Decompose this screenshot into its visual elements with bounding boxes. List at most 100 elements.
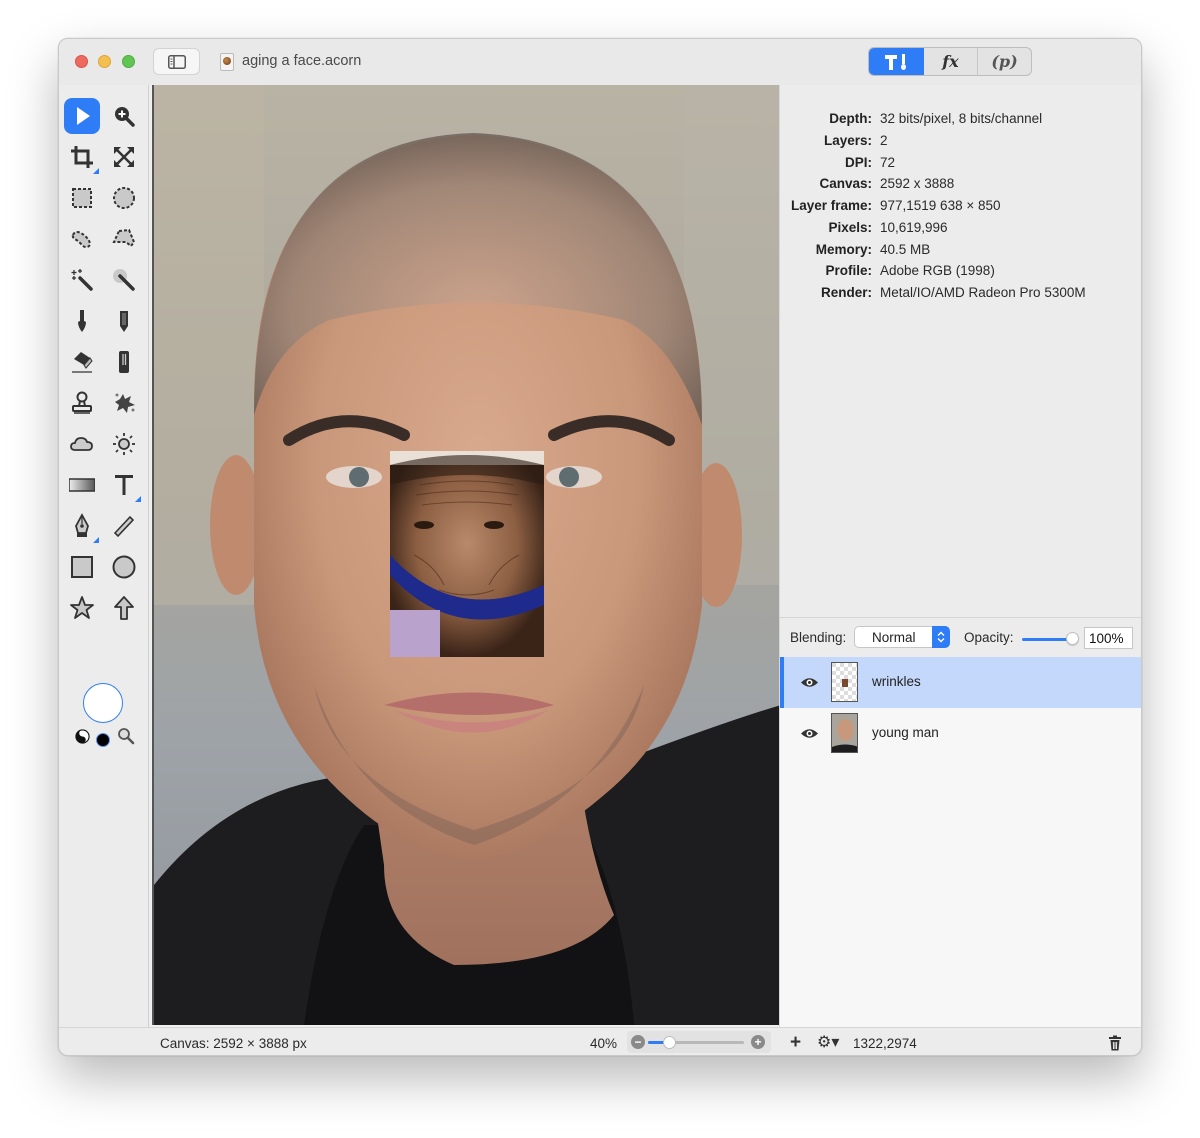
line-icon	[113, 515, 135, 538]
transform-tool[interactable]	[106, 139, 142, 175]
sun-icon	[113, 433, 135, 455]
zoom-control: − +	[627, 1031, 771, 1053]
polygon-lasso-icon	[112, 228, 136, 248]
eraser-icon	[72, 352, 93, 373]
layer-thumbnail-wrinkles	[831, 662, 858, 702]
bucket-tool[interactable]	[106, 344, 142, 380]
toggle-sidebar-button[interactable]	[153, 48, 200, 75]
info-row-render: Render: Metal/IO/AMD Radeon Pro 5300M	[820, 285, 1086, 300]
pencil-tool[interactable]	[106, 303, 142, 339]
stroke-color-well[interactable]	[83, 683, 123, 723]
image-info-panel: Depth: 32 bits/pixel, 8 bits/channel Laye…	[779, 85, 1141, 617]
color-loupe-icon[interactable]	[117, 727, 135, 745]
rect-select-tool[interactable]	[64, 180, 100, 216]
magic-wand-tool[interactable]	[64, 262, 100, 298]
gradient-tool[interactable]	[64, 467, 100, 503]
rectangle-icon	[71, 556, 93, 578]
expand-arrows-icon	[114, 147, 134, 167]
opacity-field[interactable]: 100%	[1084, 627, 1133, 649]
trash-icon[interactable]	[1108, 1035, 1122, 1051]
eye-icon[interactable]	[800, 727, 819, 740]
tab-plugins[interactable]: (p)	[978, 48, 1031, 75]
crop-tool[interactable]	[64, 139, 100, 175]
tool-palette	[59, 85, 149, 1027]
title-bar: aging a face.acorn fx (p)	[59, 39, 1141, 85]
dodge-tool[interactable]	[106, 426, 142, 462]
gear-menu-button[interactable]: ⚙▾	[817, 1032, 839, 1052]
palette-segmented-control: fx (p)	[868, 47, 1032, 76]
lasso-tool[interactable]	[64, 221, 100, 257]
submenu-indicator	[93, 168, 99, 174]
swap-colors-icon[interactable]	[75, 729, 90, 744]
marquee-rect-icon	[72, 188, 92, 208]
burn-tool[interactable]	[64, 426, 100, 462]
layer-controls-bar: Blending: Normal Opacity: 100%	[779, 617, 1141, 657]
chevron-updown-icon	[932, 626, 950, 648]
marquee-ellipse-icon	[113, 187, 135, 209]
polygon-lasso-tool[interactable]	[106, 221, 142, 257]
canvas-area	[150, 85, 779, 1027]
bucket-icon	[119, 351, 129, 373]
info-row-canvas: Canvas: 2592 x 3888	[819, 176, 955, 191]
clone-tool[interactable]	[64, 385, 100, 421]
layer-row-wrinkles[interactable]: wrinkles	[780, 657, 1141, 708]
submenu-indicator	[135, 496, 141, 502]
eraser-tool[interactable]	[64, 344, 100, 380]
blending-mode-select[interactable]: Normal	[854, 626, 950, 648]
zoom-tool[interactable]	[106, 98, 142, 134]
oval-tool[interactable]	[106, 549, 142, 585]
arrow-pointer-icon	[77, 107, 90, 125]
opacity-slider-knob[interactable]	[1066, 632, 1079, 645]
canvas-size-readout: Canvas: 2592 × 3888 px	[160, 1036, 307, 1051]
young-man-photo	[154, 85, 779, 1025]
close-window-button[interactable]	[75, 55, 88, 68]
zoom-percent[interactable]: 40%	[590, 1036, 617, 1051]
bezier-tool[interactable]	[64, 508, 100, 544]
cloud-icon	[70, 437, 93, 451]
zoom-slider-knob[interactable]	[663, 1036, 677, 1049]
layer-thumbnail-young-man	[831, 713, 858, 753]
fill-color-well[interactable]	[96, 733, 110, 747]
instant-alpha-icon	[113, 269, 135, 291]
arrow-tool[interactable]	[106, 590, 142, 626]
tab-tools[interactable]	[869, 48, 924, 75]
line-tool[interactable]	[106, 508, 142, 544]
zoom-out-button[interactable]: −	[631, 1035, 645, 1049]
lasso-icon	[71, 231, 91, 249]
info-row-layers: Layers: 2	[823, 133, 888, 148]
circle-icon	[112, 555, 136, 579]
instant-alpha-tool[interactable]	[106, 262, 142, 298]
acorn-document-icon	[220, 53, 234, 71]
crop-icon	[71, 146, 93, 168]
brush-icon	[78, 310, 86, 332]
gradient-icon	[69, 478, 95, 492]
rectangle-tool[interactable]	[64, 549, 100, 585]
cursor-coordinates: 1322,2974	[853, 1036, 917, 1051]
eye-icon[interactable]	[800, 676, 819, 689]
tab-filters[interactable]: fx	[924, 48, 978, 75]
add-layer-button[interactable]: +	[790, 1032, 801, 1054]
brush-tool[interactable]	[64, 303, 100, 339]
submenu-indicator	[93, 537, 99, 543]
image-canvas[interactable]	[152, 85, 779, 1025]
effects-brush-tool[interactable]	[106, 385, 142, 421]
select-tool[interactable]	[64, 98, 100, 134]
layers-list: wrinkles young man	[779, 657, 1141, 1027]
info-row-layer-frame: Layer frame: 977,1519 638 × 850	[790, 198, 1001, 213]
info-row-memory: Memory: 40.5 MB	[815, 242, 931, 257]
minimize-window-button[interactable]	[98, 55, 111, 68]
ellipse-select-tool[interactable]	[106, 180, 142, 216]
opacity-label: Opacity:	[964, 630, 1014, 645]
text-tool[interactable]	[106, 467, 142, 503]
magic-wand-icon	[71, 269, 93, 291]
window-title: aging a face.acorn	[242, 53, 362, 69]
arrow-up-icon	[114, 596, 134, 620]
layer-row-young-man[interactable]: young man	[780, 708, 1141, 759]
zoom-window-button[interactable]	[122, 55, 135, 68]
stamp-icon	[72, 391, 92, 414]
wrinkles-layer-image[interactable]	[390, 451, 544, 657]
blending-label: Blending:	[790, 630, 847, 645]
zoom-in-button[interactable]: +	[751, 1035, 765, 1049]
magnifier-plus-icon	[115, 107, 135, 127]
star-tool[interactable]	[64, 590, 100, 626]
